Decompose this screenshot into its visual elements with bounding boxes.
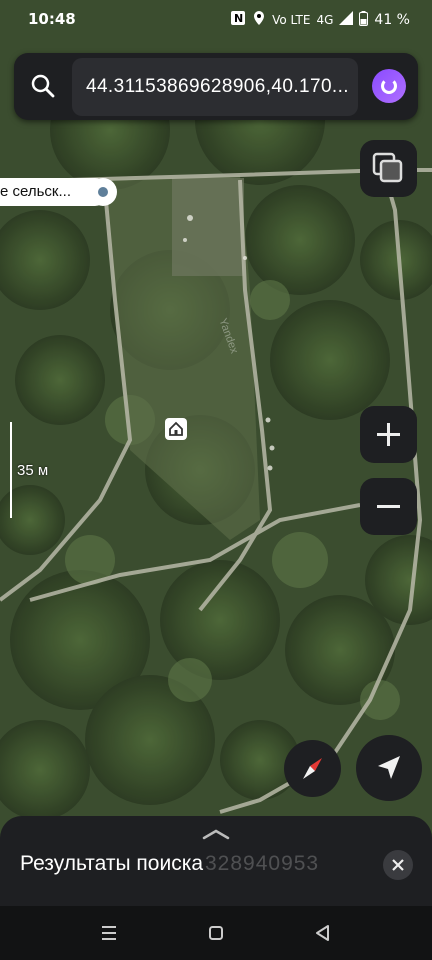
home-icon[interactable] bbox=[201, 918, 231, 948]
navigation-arrow-icon bbox=[378, 756, 400, 779]
back-icon[interactable] bbox=[308, 918, 338, 948]
minus-icon bbox=[377, 505, 400, 508]
alice-icon[interactable] bbox=[372, 69, 406, 103]
nfc-icon: N bbox=[230, 10, 246, 30]
battery-icon bbox=[359, 10, 369, 30]
sheet-title: Результаты поиска bbox=[20, 852, 204, 875]
plus-icon bbox=[377, 423, 400, 446]
zoom-in-button[interactable] bbox=[360, 406, 417, 463]
signal-icon bbox=[339, 11, 354, 29]
close-button[interactable] bbox=[383, 850, 413, 880]
layers-icon bbox=[372, 152, 403, 183]
close-icon bbox=[392, 859, 404, 871]
search-input[interactable]: 44.31153869628906,40.170... bbox=[72, 58, 358, 116]
street-marker-icon[interactable] bbox=[89, 178, 117, 206]
system-navbar bbox=[0, 906, 432, 960]
location-icon bbox=[252, 10, 266, 30]
signal-label: 4G bbox=[316, 13, 334, 27]
locate-button[interactable] bbox=[356, 735, 422, 801]
search-icon[interactable] bbox=[30, 73, 56, 99]
search-bar: 44.31153869628906,40.170... bbox=[14, 53, 418, 120]
status-time: 10:48 bbox=[28, 10, 76, 28]
house-pin-icon[interactable] bbox=[165, 418, 187, 440]
zoom-out-button[interactable] bbox=[360, 478, 417, 535]
volte-label: Vo LTE bbox=[272, 13, 311, 27]
scale-bar bbox=[10, 422, 12, 518]
scale-label: 35 м bbox=[17, 462, 49, 479]
layers-button[interactable] bbox=[360, 140, 417, 197]
compass-icon bbox=[303, 758, 322, 779]
status-bar: 10:48 N Vo LTE 4G 41 % bbox=[0, 0, 432, 38]
cian-code-watermark: 328940953 bbox=[205, 852, 320, 875]
compass-button[interactable] bbox=[284, 740, 341, 797]
status-icons: N Vo LTE 4G 41 % bbox=[230, 10, 410, 30]
svg-text:N: N bbox=[234, 12, 243, 25]
menu-icon[interactable] bbox=[94, 918, 124, 948]
chevron-up-icon[interactable] bbox=[201, 828, 231, 840]
battery-percent: 41 % bbox=[374, 12, 410, 28]
